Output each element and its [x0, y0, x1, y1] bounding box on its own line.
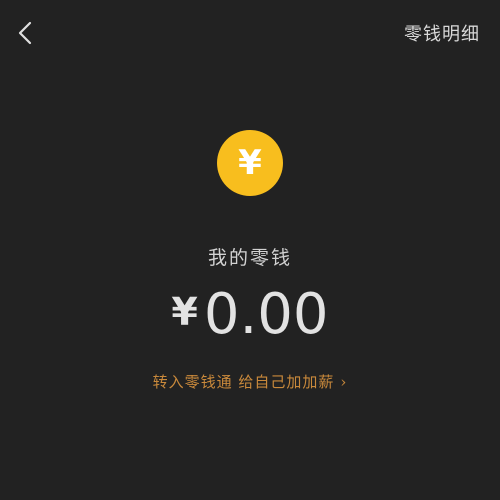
wallet-balance-screen: 零钱明细 ¥ 我的零钱 ¥0.00 转入零钱通 给自己加加薪 › [0, 0, 500, 500]
amount-value: 0.00 [203, 282, 329, 347]
promo-text: 转入零钱通 给自己加加薪 [152, 373, 335, 391]
change-details-link[interactable]: 零钱明细 [404, 20, 480, 46]
transfer-to-lingqiantong-link[interactable]: 转入零钱通 给自己加加薪 › [0, 371, 500, 392]
coin-symbol: ¥ [238, 143, 262, 183]
chevron-left-icon [18, 21, 32, 45]
balance-amount: ¥0.00 [0, 282, 500, 347]
back-button[interactable] [14, 20, 36, 46]
currency-symbol: ¥ [171, 290, 198, 334]
chevron-right-icon: › [340, 373, 348, 391]
balance-label: 我的零钱 [207, 247, 292, 269]
yuan-coin-icon: ¥ [217, 130, 283, 196]
